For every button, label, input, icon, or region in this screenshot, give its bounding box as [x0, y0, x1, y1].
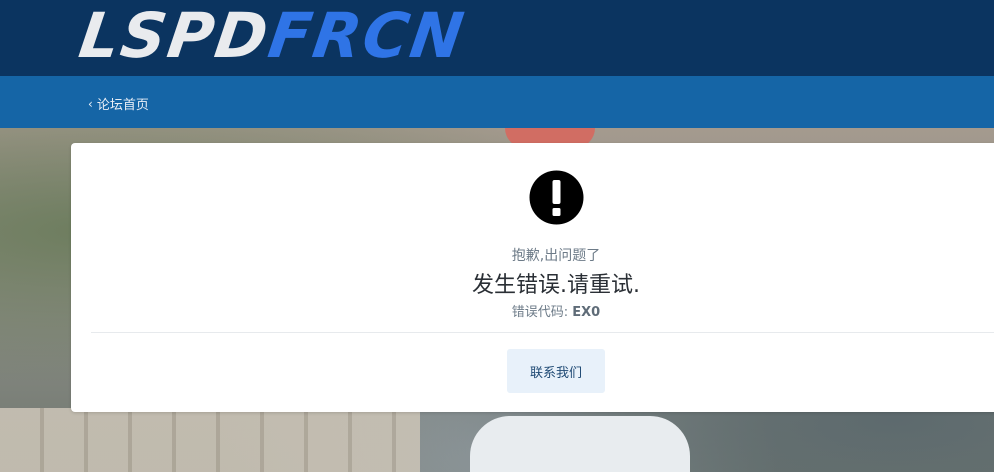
background-roof-tiles [0, 408, 420, 472]
error-card: 抱歉,出问题了 发生错误.请重试. 错误代码: EX0 联系我们 [71, 143, 994, 412]
logo-text-lspd: LSPD [74, 0, 275, 72]
site-header: LSPDFRCN [0, 0, 994, 76]
contact-us-button[interactable]: 联系我们 [507, 349, 605, 393]
error-title: 发生错误.请重试. [472, 273, 640, 298]
exclamation-circle-icon [529, 170, 584, 225]
error-subtitle: 抱歉,出问题了 [511, 248, 601, 264]
error-code-line: 错误代码: EX0 [71, 301, 994, 320]
chevron-left-icon: ‹ [88, 96, 93, 111]
logo-text-frcn: FRCN [264, 0, 470, 72]
error-code-label: 错误代码: [511, 305, 569, 320]
error-code-value: EX0 [572, 305, 601, 320]
sub-navigation-bar: ‹ 论坛首页 [0, 76, 994, 128]
site-logo[interactable]: LSPDFRCN [75, 0, 470, 72]
card-divider [91, 332, 994, 333]
back-link-label: 论坛首页 [96, 98, 149, 113]
back-to-forum-home-link[interactable]: ‹ 论坛首页 [88, 94, 149, 114]
background-helicopter-shape [470, 416, 690, 472]
